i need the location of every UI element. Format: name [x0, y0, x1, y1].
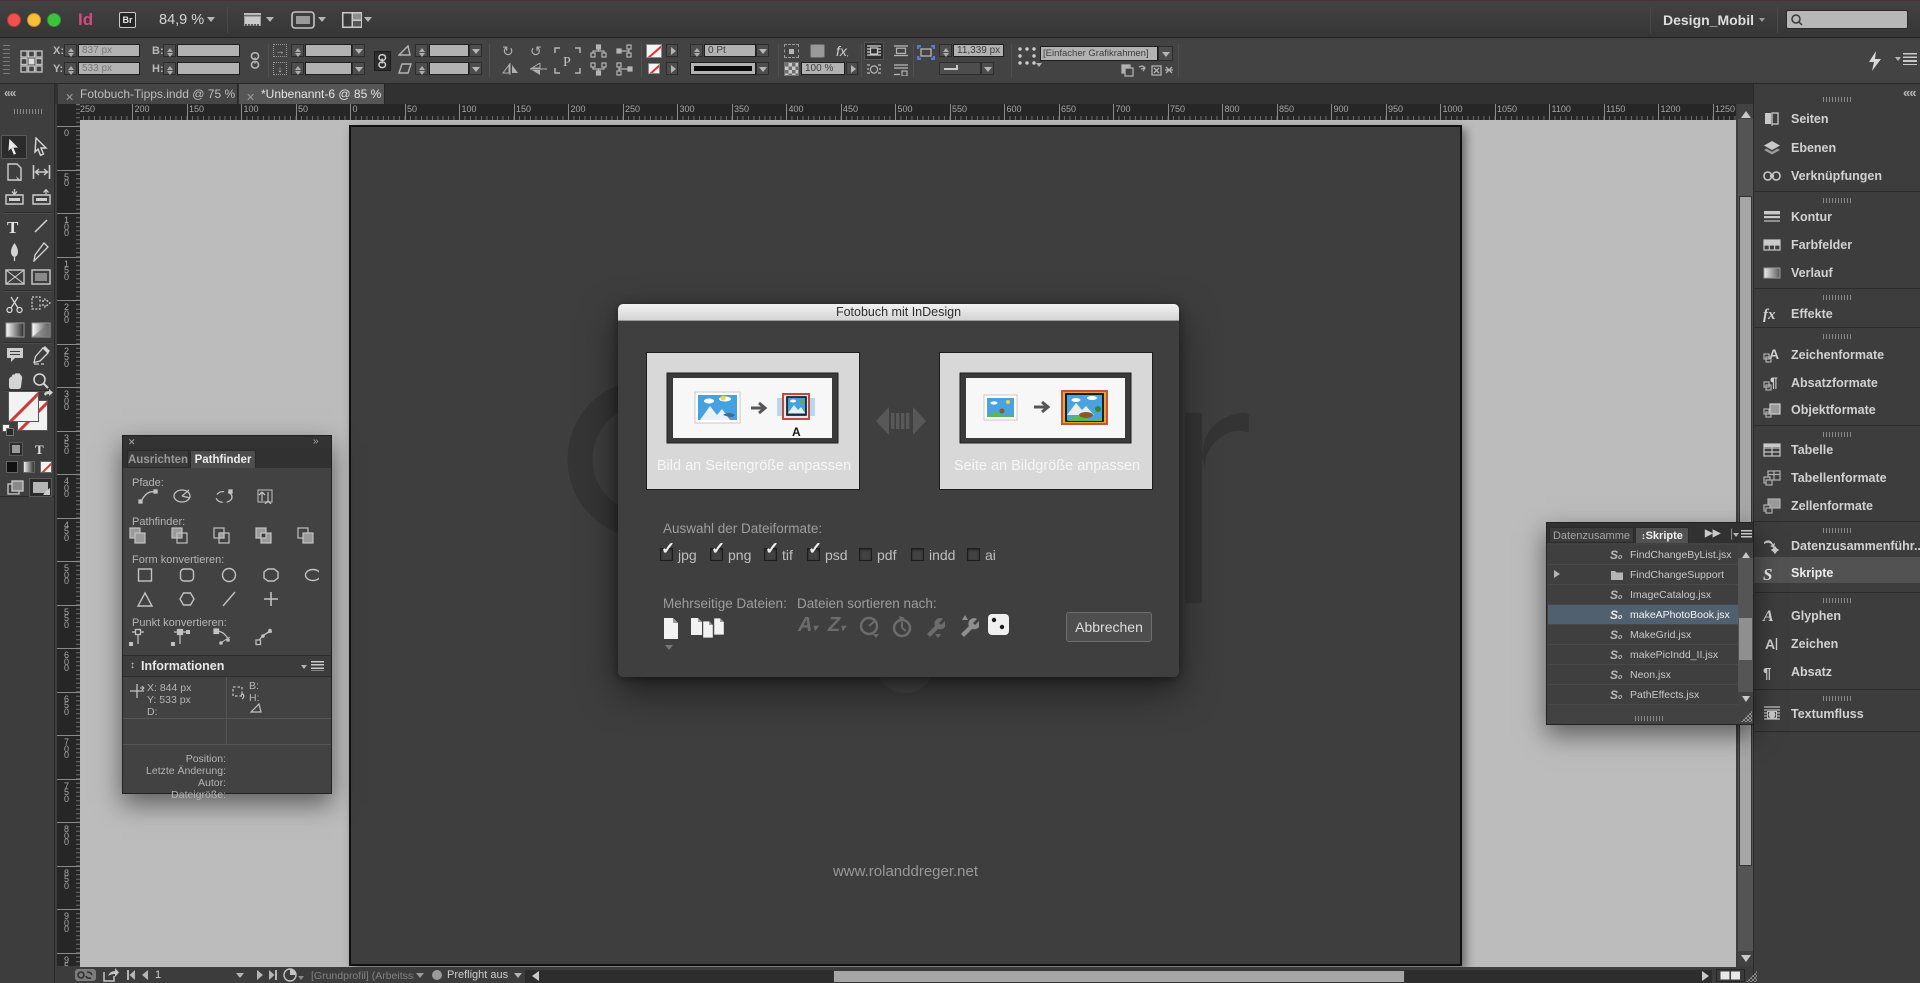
svg-text:A: A [792, 425, 801, 439]
svg-text:A: A [1765, 636, 1775, 652]
svg-text:P: P [563, 55, 571, 70]
